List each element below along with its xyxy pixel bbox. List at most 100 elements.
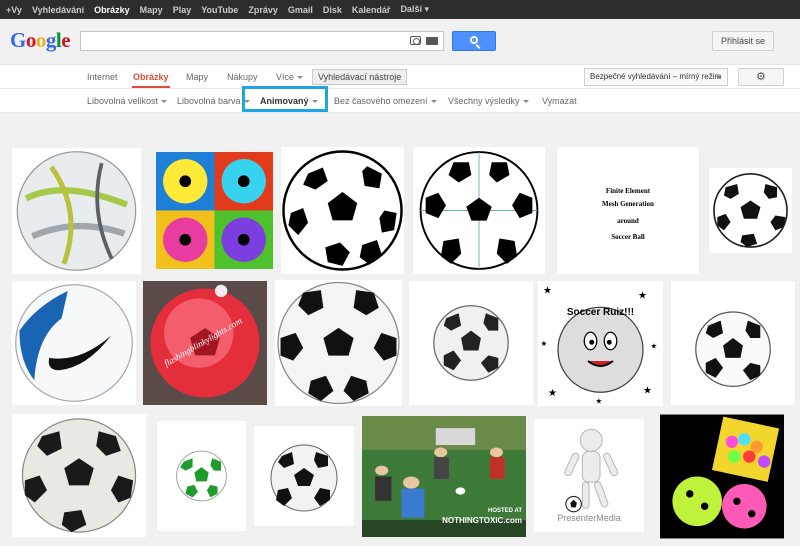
camera-icon[interactable] [410,36,421,45]
chevron-down-icon [430,100,437,104]
filter-type[interactable]: Animovaný [260,96,318,106]
chevron-down-icon [716,76,722,79]
filter-time[interactable]: Bez časového omezení [334,96,437,106]
topbar-link[interactable]: Mapy [140,5,163,15]
svg-text:★: ★ [543,286,552,297]
safesearch-dropdown[interactable]: Bezpečné vyhledávání – mírný režim [584,68,728,86]
green-ball-image [176,450,227,502]
search-header: Google Přihlásit se [0,19,800,65]
result-image[interactable] [409,281,533,405]
chevron-down-icon [161,100,168,104]
topbar-link[interactable]: Vyhledávání [32,5,84,15]
filter-results-label: Všechny výsledky [448,96,520,106]
result-text-image[interactable]: Finite Element Mesh Generation around So… [557,147,699,274]
logo-letter: o [35,28,47,52]
pop-art-balls-image [156,152,273,269]
svg-text:★: ★ [596,397,603,406]
keyboard-icon[interactable] [426,37,438,45]
result-image[interactable] [156,152,273,269]
tab-more[interactable]: Více [276,72,304,82]
search-button[interactable] [452,31,496,51]
svg-text:★: ★ [643,386,652,397]
caption-text: HOSTED AT [488,508,522,514]
result-image[interactable]: PresenterMedia [534,419,644,532]
soccer-ruiz-image: ★ ★ ★ ★ ★ ★ ★ [538,281,663,406]
filter-size-label: Libovolná velikost [87,96,159,106]
filter-size[interactable]: Libovolná velikost [87,96,168,106]
nike-ball-image [15,284,133,402]
result-image[interactable] [254,426,354,526]
soccer-ball-diagram-image [419,151,539,270]
soccer-ball-image [433,305,509,381]
result-image[interactable] [157,421,246,531]
result-image[interactable] [671,281,795,405]
soccer-ball-image [277,281,400,405]
result-image[interactable]: flashingblinkylights.com [143,281,267,405]
logo-letter: o [25,28,37,52]
topbar-link[interactable]: Play [173,5,192,15]
chevron-down-icon [297,76,304,80]
image-results-grid: Finite Element Mesh Generation around So… [0,113,800,546]
search-type-tabs: Internet Obrázky Mapy Nákupy Více Vyhled… [0,65,800,89]
soccer-ball-image [270,444,338,512]
topbar-link[interactable]: Kalendář [352,5,391,15]
soccer-ball-image [695,311,771,388]
logo-letter: g [45,28,57,52]
topbar-link[interactable]: Další ▾ [400,4,429,15]
logo-letter: G [10,28,26,52]
search-input[interactable] [80,31,444,51]
topbar-link[interactable]: +Vy [6,5,22,15]
filter-time-label: Bez časového omezení [334,96,428,106]
result-image[interactable] [12,148,141,274]
result-image[interactable] [660,414,784,539]
tab-internet[interactable]: Internet [87,72,118,82]
caption-line: Soccer Ball [611,233,645,241]
top-navigation-bar: +Vy Vyhledávání Obrázky Mapy Play YouTube Zprá… [0,0,800,19]
result-image[interactable] [275,280,402,406]
search-tools-filters: Libovolná velikost Libovolná barva Animo… [0,86,800,113]
search-tools-button[interactable]: Vyhledávací nástroje [312,69,408,85]
caption-line: Mesh Generation [602,200,654,208]
caption-line: around [617,217,639,225]
svg-text:★: ★ [548,388,557,399]
result-image[interactable] [12,414,146,537]
topbar-link[interactable]: YouTube [201,5,238,15]
filter-type-label: Animovaný [260,96,309,106]
tab-more-label: Více [276,72,295,82]
gear-icon: ⚙ [756,71,766,83]
caption-text: Soccer Ruiz!!! [566,307,635,318]
signin-button[interactable]: Přihlásit se [712,31,774,51]
chevron-down-icon [311,100,318,104]
svg-text:★: ★ [651,342,658,351]
caption-text: PresenterMedia [557,513,621,523]
soccer-ball-image [282,150,403,271]
topbar-link[interactable]: Disk [323,5,342,15]
svg-text:★: ★ [541,339,548,348]
settings-button[interactable]: ⚙ [738,68,784,86]
result-image[interactable] [709,168,792,253]
tab-shopping[interactable]: Nákupy [227,72,258,82]
tab-maps[interactable]: Mapy [186,72,208,82]
caption-text: NOTHINGTOXIC.com [442,516,522,525]
filter-color[interactable]: Libovolná barva [177,96,250,106]
result-image[interactable]: HOSTED AT NOTHINGTOXIC.com [362,416,526,537]
result-image[interactable] [281,147,404,274]
topbar-link[interactable]: Obrázky [94,5,130,15]
topbar-link[interactable]: Gmail [288,5,313,15]
logo-letter: e [61,28,71,52]
google-logo[interactable]: Google [10,28,71,53]
chevron-down-icon [522,100,529,104]
light-up-balls-image [660,414,784,539]
filter-clear[interactable]: Vymazat [542,96,577,106]
filter-color-label: Libovolná barva [177,96,241,106]
filter-results[interactable]: Všechny výsledky [448,96,529,106]
topbar-link[interactable]: Zprávy [248,5,278,15]
result-image[interactable]: ★ ★ ★ ★ ★ ★ ★ Soccer Ruiz!!! [538,281,663,406]
search-icon [470,36,478,44]
tab-images[interactable]: Obrázky [133,72,169,82]
result-image[interactable] [12,281,136,405]
soccer-ball-image [21,418,137,533]
result-image[interactable] [413,147,545,274]
soccer-ball-image [713,173,788,248]
caption-line: Finite Element [605,187,651,195]
